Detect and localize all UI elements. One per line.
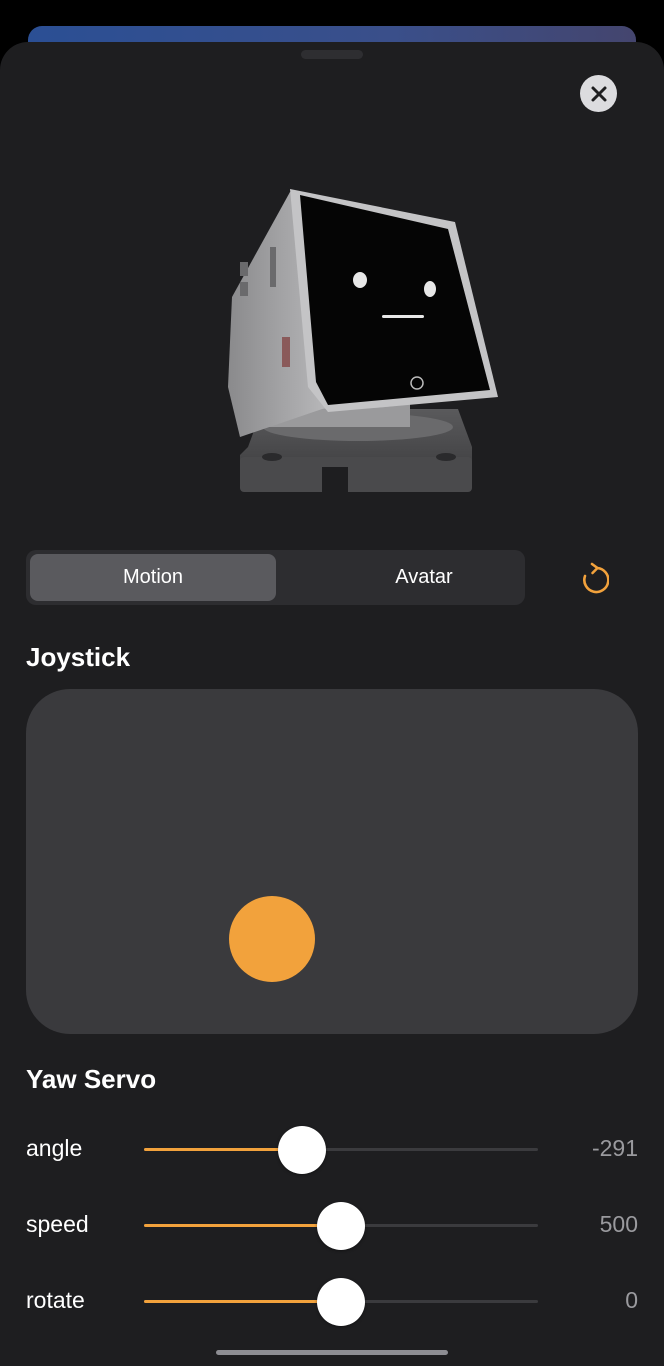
- sheet-grabber[interactable]: [301, 50, 363, 59]
- angle-value: -291: [591, 1135, 638, 1161]
- rotate-label: rotate: [26, 1287, 85, 1313]
- speed-label: speed: [26, 1211, 89, 1237]
- segmented-control: Motion Avatar: [26, 550, 525, 605]
- joystick-knob[interactable]: [229, 896, 315, 982]
- joystick-title: Joystick: [26, 642, 131, 672]
- yaw-servo-title: Yaw Servo: [26, 1064, 157, 1094]
- speed-slider-row: speed 500: [0, 1200, 664, 1250]
- tab-motion[interactable]: Motion: [30, 554, 276, 601]
- rotate-slider-thumb[interactable]: [317, 1278, 365, 1326]
- speed-slider-fill: [144, 1224, 341, 1227]
- speed-slider[interactable]: [144, 1202, 538, 1250]
- joystick-pad[interactable]: [26, 689, 638, 1034]
- tab-avatar[interactable]: Avatar: [301, 554, 547, 601]
- angle-label: angle: [26, 1135, 83, 1161]
- refresh-button[interactable]: [578, 561, 610, 595]
- speed-value: 500: [599, 1211, 638, 1237]
- home-indicator: [216, 1350, 448, 1355]
- angle-slider-thumb[interactable]: [277, 1126, 326, 1174]
- refresh-icon: [583, 562, 609, 594]
- close-button[interactable]: [580, 75, 617, 112]
- speed-slider-thumb[interactable]: [317, 1202, 365, 1250]
- rotate-slider-row: rotate 0: [0, 1276, 664, 1326]
- close-icon: [591, 86, 606, 101]
- rotate-slider-fill: [144, 1300, 341, 1303]
- angle-slider-row: angle -291: [0, 1124, 664, 1174]
- angle-slider[interactable]: [144, 1126, 538, 1174]
- bottom-sheet: Motion Avatar Joystick Yaw Servo angle -…: [0, 42, 664, 1366]
- rotate-slider[interactable]: [144, 1278, 538, 1326]
- rotate-value: 0: [625, 1287, 638, 1313]
- robot-model-image: [228, 189, 498, 495]
